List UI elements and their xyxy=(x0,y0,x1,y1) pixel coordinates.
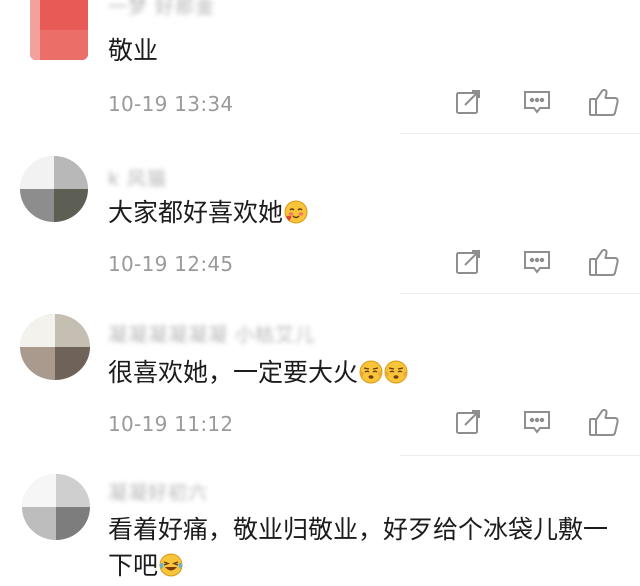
comment-time: 10-19 11:12 xyxy=(108,412,234,436)
avatar[interactable] xyxy=(30,0,88,60)
share-edit-icon xyxy=(456,90,480,114)
comment-bubble-icon xyxy=(524,91,550,114)
divider xyxy=(400,133,640,134)
avatar[interactable] xyxy=(22,474,90,540)
comment-text-content: 很喜欢她，一定要大火 xyxy=(108,358,359,387)
share-edit-icon xyxy=(456,410,480,434)
avatar[interactable] xyxy=(20,314,90,380)
comment-username[interactable]: 凝凝凝凝凝凝 小枯艾儿 xyxy=(108,320,315,347)
comment-time: 10-19 12:45 xyxy=(108,252,234,276)
comment-text-content: 大家都好喜欢她 xyxy=(108,198,284,227)
pleading-face-emoji-icon xyxy=(359,360,383,384)
comment-time: 10-19 13:34 xyxy=(108,92,234,116)
comment-username[interactable]: 凝凝好初六 xyxy=(108,478,208,505)
comment-text: 敬业 xyxy=(108,36,159,65)
like-button[interactable] xyxy=(588,406,620,438)
crying-laughing-face-emoji-icon xyxy=(159,553,183,577)
avatar[interactable] xyxy=(20,156,88,222)
thumbs-up-icon xyxy=(589,408,619,436)
share-button[interactable] xyxy=(452,246,484,278)
comment-text: 大家都好喜欢她 xyxy=(108,195,308,231)
like-button[interactable] xyxy=(588,86,620,118)
blush-face-emoji-icon xyxy=(284,200,308,224)
share-button[interactable] xyxy=(452,86,484,118)
like-button[interactable] xyxy=(588,246,620,278)
comment-bubble-icon xyxy=(524,411,550,434)
share-button[interactable] xyxy=(452,406,484,438)
comment-username[interactable]: k 风猫 xyxy=(108,164,167,191)
thumbs-up-icon xyxy=(589,248,619,276)
reply-button[interactable] xyxy=(521,246,553,278)
comment-text: 看着好痛，敬业归敬业，好歹给个冰袋儿敷一下吧 xyxy=(108,512,628,584)
comment-username[interactable]: 一梦 好那金 xyxy=(108,0,215,19)
divider xyxy=(400,293,640,294)
reply-button[interactable] xyxy=(521,86,553,118)
pleading-face-emoji-icon xyxy=(384,360,408,384)
comment-text: 很喜欢她，一定要大火 xyxy=(108,355,408,391)
divider xyxy=(400,455,640,456)
reply-button[interactable] xyxy=(521,406,553,438)
thumbs-up-icon xyxy=(589,88,619,116)
share-edit-icon xyxy=(456,250,480,274)
comment-bubble-icon xyxy=(524,251,550,274)
